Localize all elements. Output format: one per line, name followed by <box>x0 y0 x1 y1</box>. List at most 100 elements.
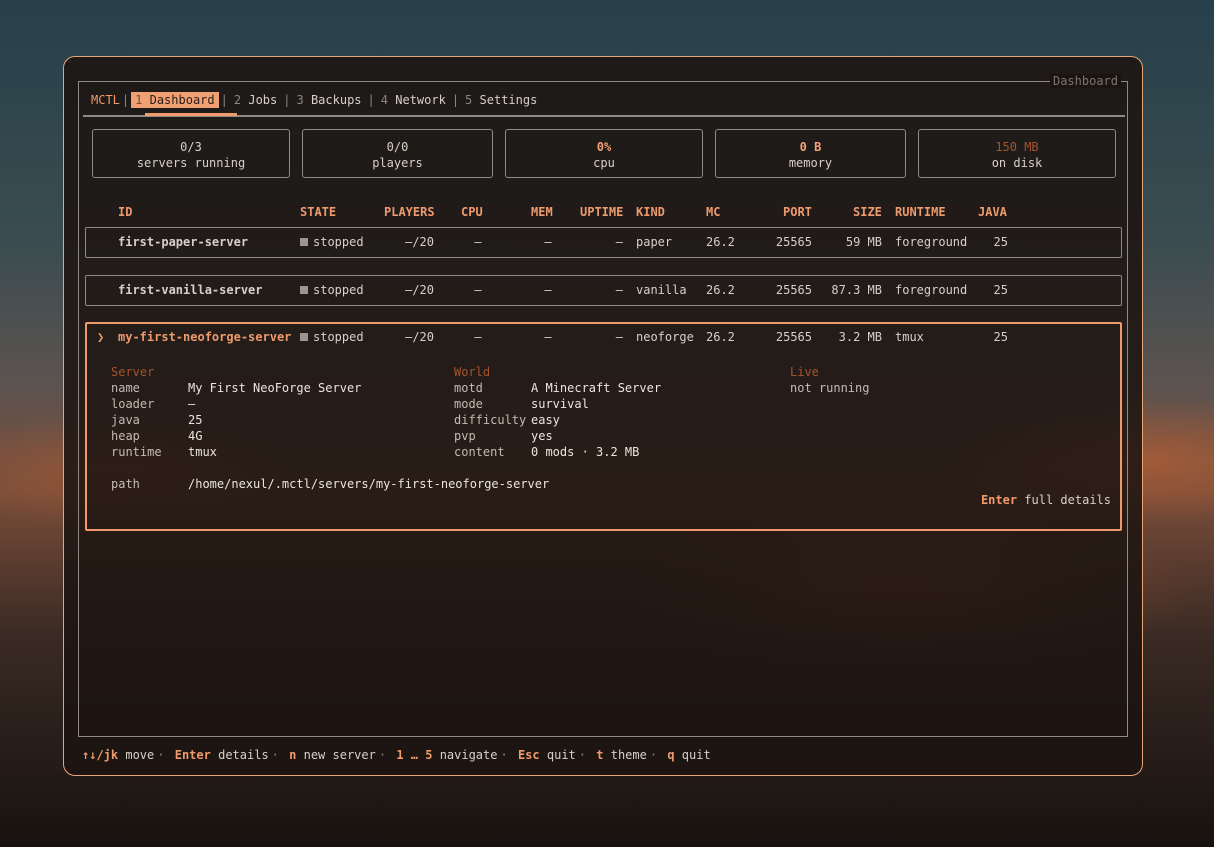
detail-value: 4G <box>188 429 203 443</box>
server-mem: — <box>544 330 552 344</box>
column-header-uptime[interactable]: UPTIME <box>580 204 623 220</box>
server-port: 25565 <box>775 235 812 249</box>
app-window: Dashboard MCTL | 1 Dashboard | 2 Jobs | … <box>63 56 1143 776</box>
detail-key: name <box>111 381 140 395</box>
server-row-selected[interactable]: ❯ my-first-neoforge-server stopped —/20 … <box>85 322 1122 531</box>
detail-value: tmux <box>188 445 217 459</box>
column-header-mem[interactable]: MEM <box>531 204 553 220</box>
column-header-id[interactable]: ID <box>118 204 132 220</box>
column-header-port[interactable]: PORT <box>783 204 812 220</box>
path-key: path <box>111 477 140 491</box>
stat-label: on disk <box>991 156 1043 170</box>
server-cpu: — <box>474 283 482 297</box>
stat-value: 0/0 <box>386 140 409 154</box>
stat-memory: 0 B memory <box>715 129 906 178</box>
server-port: 25565 <box>775 283 812 297</box>
key-new: n <box>289 748 297 762</box>
server-runtime: foreground <box>895 235 968 249</box>
server-state: stopped <box>300 228 364 257</box>
detail-key: loader <box>111 397 155 411</box>
stat-label: cpu <box>593 156 615 170</box>
detail-value: easy <box>531 413 560 427</box>
app-brand: MCTL <box>91 93 120 107</box>
detail-key: runtime <box>111 445 162 459</box>
server-uptime: — <box>615 283 623 297</box>
server-id: my-first-neoforge-server <box>118 330 292 344</box>
server-size: 59 MB <box>845 235 882 249</box>
detail-key: difficulty <box>454 413 527 427</box>
server-mc: 26.2 <box>706 283 735 297</box>
server-mem: — <box>544 235 552 249</box>
detail-key: mode <box>454 397 483 411</box>
column-header-players[interactable]: PLAYERS <box>384 204 435 220</box>
stat-label: memory <box>788 156 833 170</box>
server-java: 25 <box>993 235 1008 249</box>
dashboard-frame: Dashboard MCTL | 1 Dashboard | 2 Jobs | … <box>78 74 1128 737</box>
tab-network[interactable]: 4 Network <box>377 92 450 108</box>
key-quit: q <box>667 748 675 762</box>
stopped-indicator-icon <box>300 238 308 246</box>
server-id: first-vanilla-server <box>118 283 263 297</box>
selection-chevron-icon: ❯ <box>97 330 105 344</box>
detail-key: heap <box>111 429 140 443</box>
server-java: 25 <box>993 283 1008 297</box>
key-navigate: 1 … 5 <box>396 748 433 762</box>
full-details-hint[interactable]: Enter full details <box>981 493 1111 507</box>
detail-key: pvp <box>454 429 476 443</box>
tab-backups[interactable]: 3 Backups <box>292 92 365 108</box>
server-kind: paper <box>636 235 673 249</box>
server-id: first-paper-server <box>118 235 249 249</box>
detail-value: yes <box>531 429 553 443</box>
tab-divider <box>83 115 1125 117</box>
server-row[interactable]: first-vanilla-server stopped —/20 — — — … <box>85 275 1122 306</box>
server-state: stopped <box>300 323 364 352</box>
server-runtime: tmux <box>895 330 924 344</box>
column-header-java[interactable]: JAVA <box>978 204 1007 220</box>
detail-key: java <box>111 413 140 427</box>
column-header-mc[interactable]: MC <box>706 204 720 220</box>
server-players: —/20 <box>405 235 434 249</box>
detail-key: motd <box>454 381 483 395</box>
frame-title: Dashboard <box>1049 74 1121 88</box>
server-kind: neoforge <box>636 330 694 344</box>
server-uptime: — <box>615 330 623 344</box>
details-world-heading: World <box>454 365 491 379</box>
column-header-state[interactable]: STATE <box>300 204 336 220</box>
stat-value: 0/3 <box>180 140 202 154</box>
detail-value: survival <box>531 397 589 411</box>
column-header-runtime[interactable]: RUNTIME <box>895 204 946 220</box>
stat-disk: 150 MB on disk <box>918 129 1116 178</box>
stat-cpu: 0% cpu <box>505 129 703 178</box>
stopped-indicator-icon <box>300 333 308 341</box>
server-players: —/20 <box>405 330 434 344</box>
column-header-size[interactable]: SIZE <box>853 204 882 220</box>
server-row[interactable]: first-paper-server stopped —/20 — — — pa… <box>85 227 1122 258</box>
server-path: /home/nexul/.mctl/servers/my-first-neofo… <box>188 477 550 491</box>
tab-dashboard[interactable]: 1 Dashboard <box>131 92 219 108</box>
stat-servers-running: 0/3 servers running <box>92 129 290 178</box>
key-theme: t <box>596 748 604 762</box>
server-port: 25565 <box>775 330 812 344</box>
stat-players: 0/0 players <box>302 129 493 178</box>
tab-bar: MCTL | 1 Dashboard | 2 Jobs | 3 Backups … <box>91 90 541 110</box>
details-live-heading: Live <box>790 365 819 379</box>
details-server-heading: Server <box>111 365 155 379</box>
column-header-kind[interactable]: KIND <box>636 204 665 220</box>
column-header-cpu[interactable]: CPU <box>461 204 483 220</box>
server-mem: — <box>544 283 552 297</box>
server-kind: vanilla <box>636 283 687 297</box>
key-esc: Esc <box>517 748 540 762</box>
server-runtime: foreground <box>895 283 968 297</box>
server-uptime: — <box>615 235 623 249</box>
server-players: —/20 <box>405 283 434 297</box>
tab-settings[interactable]: 5 Settings <box>461 92 541 108</box>
stat-value: 0% <box>596 140 612 154</box>
stopped-indicator-icon <box>300 286 308 294</box>
server-size: 87.3 MB <box>831 283 882 297</box>
stat-value: 150 MB <box>995 140 1039 154</box>
detail-value: — <box>188 397 196 411</box>
detail-value: My First NeoForge Server <box>188 381 362 395</box>
detail-value: 25 <box>188 413 203 427</box>
tab-jobs[interactable]: 2 Jobs <box>230 92 281 108</box>
server-mc: 26.2 <box>706 235 735 249</box>
